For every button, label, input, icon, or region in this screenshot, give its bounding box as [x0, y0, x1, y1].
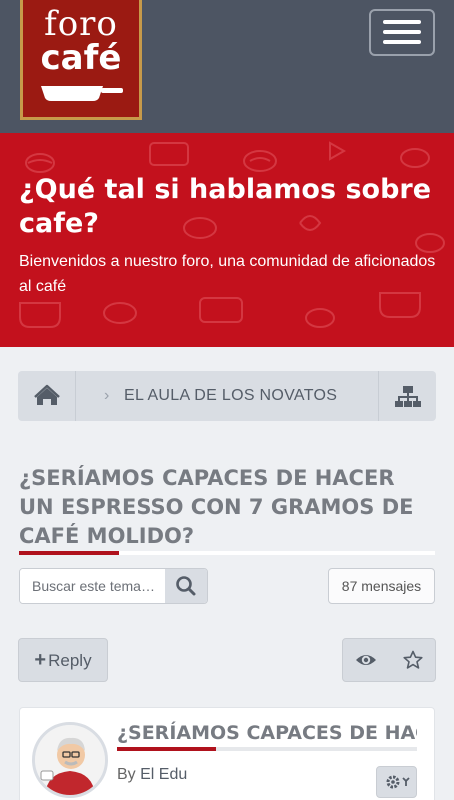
post-author-link[interactable]: El Edu	[140, 766, 187, 783]
topic-title[interactable]: ¿SERÍAMOS CAPACES DE HACER UN ESPRESSO C…	[19, 464, 435, 551]
avatar[interactable]	[32, 722, 108, 798]
by-label: By	[117, 766, 136, 783]
search-button[interactable]	[165, 569, 207, 603]
topic-tools	[342, 638, 436, 682]
user-avatar-illustration	[35, 725, 105, 795]
site-header: foro café	[0, 0, 454, 133]
breadcrumb: › EL AULA DE LOS NOVATOS	[18, 371, 436, 421]
home-icon	[34, 384, 60, 405]
star-icon[interactable]	[403, 650, 423, 670]
plus-icon: +	[34, 649, 47, 671]
logo-text-bottom: café	[40, 38, 122, 78]
hero-subtitle: Bienvenidos a nuestro foro, una comunida…	[19, 253, 436, 295]
eye-icon[interactable]	[355, 649, 377, 671]
menu-button[interactable]	[369, 9, 435, 56]
breadcrumb-forum-link[interactable]: EL AULA DE LOS NOVATOS	[124, 387, 337, 405]
sitemap-button[interactable]	[378, 371, 436, 421]
message-count: 87 mensajes	[328, 568, 435, 604]
post-title[interactable]: ¿SERÍAMOS CAPACES DE HACER UN ESPRESSO C…	[117, 720, 417, 746]
site-logo[interactable]: foro café	[20, 0, 142, 120]
portafilter-icon	[41, 86, 123, 101]
reply-button[interactable]: + Reply	[18, 638, 108, 682]
gear-icon	[386, 775, 410, 789]
post-title-underline	[117, 747, 417, 751]
title-underline	[19, 551, 435, 555]
post-byline: By El Edu	[117, 766, 187, 784]
topic-search-input[interactable]	[20, 569, 167, 603]
breadcrumb-home[interactable]	[18, 371, 76, 421]
sitemap-icon	[395, 386, 421, 407]
hero-title: ¿Qué tal si hablamos sobre cafe?	[19, 174, 432, 239]
topic-search	[19, 568, 208, 604]
logo-text-top: foro	[44, 4, 118, 44]
hero-banner: ¿Qué tal si hablamos sobre cafe? Bienven…	[0, 133, 454, 347]
menu-icon	[383, 20, 421, 44]
search-icon	[176, 576, 196, 596]
reply-label: Reply	[48, 651, 92, 670]
post-tools-button[interactable]	[376, 766, 417, 798]
post-card: ¿SERÍAMOS CAPACES DE HACER UN ESPRESSO C…	[19, 707, 435, 800]
chevron-right-icon: ›	[104, 387, 110, 404]
